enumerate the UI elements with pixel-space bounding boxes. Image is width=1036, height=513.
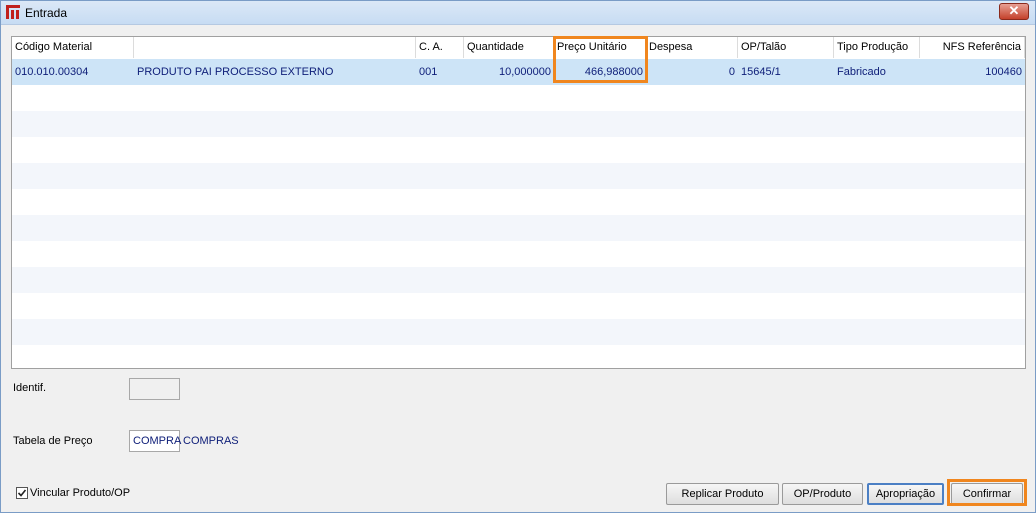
empty-row[interactable]: [12, 111, 1025, 137]
tabela-preco-description: COMPRAS: [183, 435, 239, 447]
empty-row[interactable]: [12, 319, 1025, 345]
preco-unitario-highlight: [553, 36, 648, 83]
col-descricao[interactable]: [134, 37, 416, 58]
table-row[interactable]: 010.010.00304 PRODUTO PAI PROCESSO EXTER…: [12, 59, 1025, 85]
identif-field[interactable]: [129, 378, 180, 400]
col-op-talao[interactable]: OP/Talão: [738, 37, 834, 58]
entrada-window: Entrada ✕ Código Material C. A. Quantida…: [0, 0, 1036, 513]
empty-row[interactable]: [12, 293, 1025, 319]
cell-op-talao: 15645/1: [741, 66, 781, 78]
cell-tipo-producao: Fabricado: [837, 66, 886, 78]
apropriacao-button[interactable]: Apropriação: [867, 483, 944, 505]
grid-header: Código Material C. A. Quantidade Preço U…: [12, 37, 1025, 59]
cell-ca: 001: [419, 66, 438, 78]
cell-nfs-referencia: 100460: [985, 66, 1022, 78]
empty-row[interactable]: [12, 189, 1025, 215]
cell-codigo-material: 010.010.00304: [15, 66, 89, 78]
col-tipo-producao[interactable]: Tipo Produção: [834, 37, 920, 58]
empty-row[interactable]: [12, 345, 1025, 368]
tabela-preco-code-field[interactable]: COMPRA: [129, 430, 181, 452]
identif-label: Identif.: [13, 382, 47, 394]
empty-row[interactable]: [12, 215, 1025, 241]
close-button[interactable]: ✕: [999, 3, 1029, 20]
cell-descricao: PRODUTO PAI PROCESSO EXTERNO: [137, 66, 334, 78]
empty-row[interactable]: [12, 163, 1025, 189]
checkmark-icon: [17, 489, 27, 497]
empty-row[interactable]: [12, 267, 1025, 293]
col-quantidade[interactable]: Quantidade: [464, 37, 554, 58]
col-ca[interactable]: C. A.: [416, 37, 464, 58]
op-produto-button[interactable]: OP/Produto: [782, 483, 863, 505]
cell-quantidade: 10,000000: [499, 66, 551, 78]
empty-row[interactable]: [12, 241, 1025, 267]
items-grid[interactable]: Código Material C. A. Quantidade Preço U…: [11, 36, 1026, 369]
col-codigo-material[interactable]: Código Material: [12, 37, 134, 58]
app-logo-icon: [6, 5, 20, 19]
tabela-preco-label: Tabela de Preço: [13, 435, 93, 447]
vincular-produto-op-checkbox[interactable]: [16, 487, 28, 499]
title-bar: Entrada ✕: [1, 1, 1035, 25]
replicar-produto-button[interactable]: Replicar Produto: [666, 483, 779, 505]
vincular-produto-op-label: Vincular Produto/OP: [30, 487, 131, 499]
close-icon: ✕: [1008, 3, 1020, 18]
empty-row[interactable]: [12, 137, 1025, 163]
window-title: Entrada: [25, 6, 68, 20]
col-nfs-referencia[interactable]: NFS Referência: [920, 37, 1025, 58]
col-despesa[interactable]: Despesa: [646, 37, 738, 58]
empty-row[interactable]: [12, 85, 1025, 111]
confirmar-highlight: [947, 479, 1027, 506]
cell-despesa: 0: [728, 66, 735, 78]
